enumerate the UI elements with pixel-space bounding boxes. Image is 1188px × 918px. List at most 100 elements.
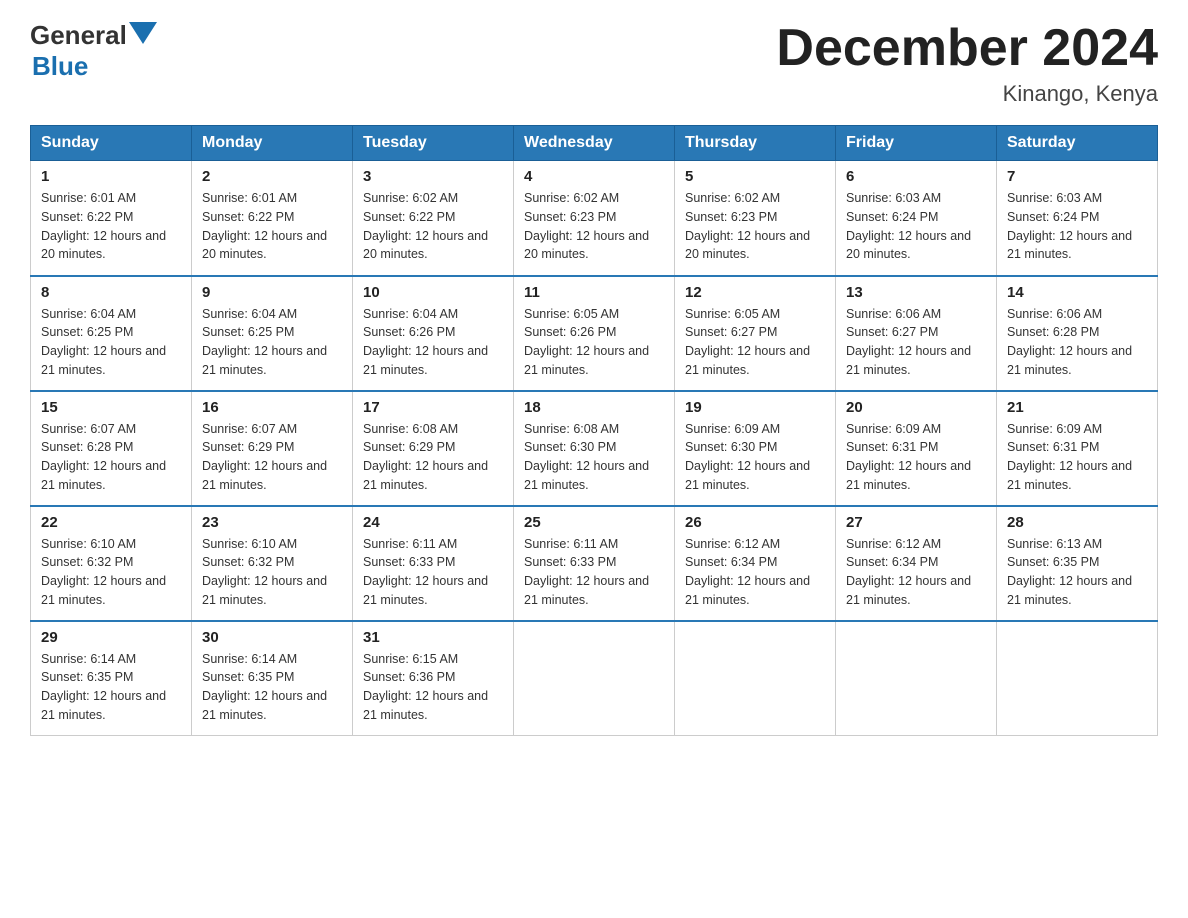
calendar-cell: 30 Sunrise: 6:14 AMSunset: 6:35 PMDaylig… [192,621,353,736]
day-number: 31 [363,629,503,646]
day-info: Sunrise: 6:11 AMSunset: 6:33 PMDaylight:… [363,537,488,607]
day-info: Sunrise: 6:01 AMSunset: 6:22 PMDaylight:… [41,191,166,261]
calendar-cell: 26 Sunrise: 6:12 AMSunset: 6:34 PMDaylig… [675,506,836,621]
day-info: Sunrise: 6:02 AMSunset: 6:23 PMDaylight:… [524,191,649,261]
calendar-cell: 22 Sunrise: 6:10 AMSunset: 6:32 PMDaylig… [31,506,192,621]
day-number: 11 [524,284,664,301]
calendar-cell: 6 Sunrise: 6:03 AMSunset: 6:24 PMDayligh… [836,161,997,276]
day-number: 10 [363,284,503,301]
day-number: 26 [685,514,825,531]
calendar-cell: 2 Sunrise: 6:01 AMSunset: 6:22 PMDayligh… [192,161,353,276]
calendar-header-sunday: Sunday [31,126,192,161]
calendar-cell: 27 Sunrise: 6:12 AMSunset: 6:34 PMDaylig… [836,506,997,621]
day-info: Sunrise: 6:01 AMSunset: 6:22 PMDaylight:… [202,191,327,261]
calendar-table: SundayMondayTuesdayWednesdayThursdayFrid… [30,125,1158,736]
day-info: Sunrise: 6:13 AMSunset: 6:35 PMDaylight:… [1007,537,1132,607]
calendar-cell: 24 Sunrise: 6:11 AMSunset: 6:33 PMDaylig… [353,506,514,621]
day-number: 2 [202,168,342,185]
day-info: Sunrise: 6:11 AMSunset: 6:33 PMDaylight:… [524,537,649,607]
day-number: 21 [1007,399,1147,416]
calendar-cell: 1 Sunrise: 6:01 AMSunset: 6:22 PMDayligh… [31,161,192,276]
day-info: Sunrise: 6:09 AMSunset: 6:30 PMDaylight:… [685,422,810,492]
day-number: 30 [202,629,342,646]
calendar-cell: 9 Sunrise: 6:04 AMSunset: 6:25 PMDayligh… [192,276,353,391]
calendar-cell [836,621,997,736]
logo: General Blue [30,20,157,82]
day-info: Sunrise: 6:09 AMSunset: 6:31 PMDaylight:… [1007,422,1132,492]
day-info: Sunrise: 6:03 AMSunset: 6:24 PMDaylight:… [846,191,971,261]
day-number: 8 [41,284,181,301]
day-info: Sunrise: 6:04 AMSunset: 6:25 PMDaylight:… [202,307,327,377]
day-number: 15 [41,399,181,416]
day-info: Sunrise: 6:14 AMSunset: 6:35 PMDaylight:… [202,652,327,722]
day-info: Sunrise: 6:06 AMSunset: 6:28 PMDaylight:… [1007,307,1132,377]
day-info: Sunrise: 6:05 AMSunset: 6:27 PMDaylight:… [685,307,810,377]
calendar-cell: 25 Sunrise: 6:11 AMSunset: 6:33 PMDaylig… [514,506,675,621]
calendar-cell: 12 Sunrise: 6:05 AMSunset: 6:27 PMDaylig… [675,276,836,391]
day-info: Sunrise: 6:09 AMSunset: 6:31 PMDaylight:… [846,422,971,492]
day-number: 12 [685,284,825,301]
calendar-cell: 13 Sunrise: 6:06 AMSunset: 6:27 PMDaylig… [836,276,997,391]
calendar-week-row: 15 Sunrise: 6:07 AMSunset: 6:28 PMDaylig… [31,391,1158,506]
calendar-cell: 11 Sunrise: 6:05 AMSunset: 6:26 PMDaylig… [514,276,675,391]
day-number: 5 [685,168,825,185]
calendar-week-row: 1 Sunrise: 6:01 AMSunset: 6:22 PMDayligh… [31,161,1158,276]
day-number: 28 [1007,514,1147,531]
logo-triangle-icon [129,22,157,50]
calendar-week-row: 29 Sunrise: 6:14 AMSunset: 6:35 PMDaylig… [31,621,1158,736]
day-number: 24 [363,514,503,531]
calendar-header-monday: Monday [192,126,353,161]
day-info: Sunrise: 6:15 AMSunset: 6:36 PMDaylight:… [363,652,488,722]
calendar-cell: 19 Sunrise: 6:09 AMSunset: 6:30 PMDaylig… [675,391,836,506]
day-info: Sunrise: 6:02 AMSunset: 6:22 PMDaylight:… [363,191,488,261]
day-info: Sunrise: 6:12 AMSunset: 6:34 PMDaylight:… [846,537,971,607]
calendar-cell: 4 Sunrise: 6:02 AMSunset: 6:23 PMDayligh… [514,161,675,276]
calendar-cell: 14 Sunrise: 6:06 AMSunset: 6:28 PMDaylig… [997,276,1158,391]
calendar-header-tuesday: Tuesday [353,126,514,161]
day-info: Sunrise: 6:12 AMSunset: 6:34 PMDaylight:… [685,537,810,607]
calendar-subtitle: Kinango, Kenya [776,81,1158,107]
calendar-cell [997,621,1158,736]
day-number: 14 [1007,284,1147,301]
day-info: Sunrise: 6:14 AMSunset: 6:35 PMDaylight:… [41,652,166,722]
logo-text-general: General [30,20,127,51]
calendar-cell: 3 Sunrise: 6:02 AMSunset: 6:22 PMDayligh… [353,161,514,276]
day-info: Sunrise: 6:10 AMSunset: 6:32 PMDaylight:… [41,537,166,607]
calendar-header-thursday: Thursday [675,126,836,161]
day-info: Sunrise: 6:10 AMSunset: 6:32 PMDaylight:… [202,537,327,607]
calendar-week-row: 22 Sunrise: 6:10 AMSunset: 6:32 PMDaylig… [31,506,1158,621]
day-number: 3 [363,168,503,185]
day-info: Sunrise: 6:07 AMSunset: 6:29 PMDaylight:… [202,422,327,492]
day-number: 19 [685,399,825,416]
calendar-header-wednesday: Wednesday [514,126,675,161]
day-info: Sunrise: 6:02 AMSunset: 6:23 PMDaylight:… [685,191,810,261]
calendar-cell: 21 Sunrise: 6:09 AMSunset: 6:31 PMDaylig… [997,391,1158,506]
day-number: 22 [41,514,181,531]
day-info: Sunrise: 6:05 AMSunset: 6:26 PMDaylight:… [524,307,649,377]
day-number: 20 [846,399,986,416]
day-number: 4 [524,168,664,185]
day-info: Sunrise: 6:04 AMSunset: 6:26 PMDaylight:… [363,307,488,377]
calendar-cell: 7 Sunrise: 6:03 AMSunset: 6:24 PMDayligh… [997,161,1158,276]
calendar-header-friday: Friday [836,126,997,161]
day-number: 17 [363,399,503,416]
day-number: 23 [202,514,342,531]
day-number: 7 [1007,168,1147,185]
day-number: 13 [846,284,986,301]
calendar-cell: 18 Sunrise: 6:08 AMSunset: 6:30 PMDaylig… [514,391,675,506]
day-info: Sunrise: 6:07 AMSunset: 6:28 PMDaylight:… [41,422,166,492]
day-number: 29 [41,629,181,646]
calendar-cell: 15 Sunrise: 6:07 AMSunset: 6:28 PMDaylig… [31,391,192,506]
calendar-cell: 20 Sunrise: 6:09 AMSunset: 6:31 PMDaylig… [836,391,997,506]
calendar-title: December 2024 [776,20,1158,77]
calendar-cell: 28 Sunrise: 6:13 AMSunset: 6:35 PMDaylig… [997,506,1158,621]
day-number: 1 [41,168,181,185]
day-number: 6 [846,168,986,185]
day-number: 9 [202,284,342,301]
day-number: 25 [524,514,664,531]
calendar-header-row: SundayMondayTuesdayWednesdayThursdayFrid… [31,126,1158,161]
day-number: 18 [524,399,664,416]
calendar-cell: 23 Sunrise: 6:10 AMSunset: 6:32 PMDaylig… [192,506,353,621]
calendar-week-row: 8 Sunrise: 6:04 AMSunset: 6:25 PMDayligh… [31,276,1158,391]
day-info: Sunrise: 6:08 AMSunset: 6:29 PMDaylight:… [363,422,488,492]
